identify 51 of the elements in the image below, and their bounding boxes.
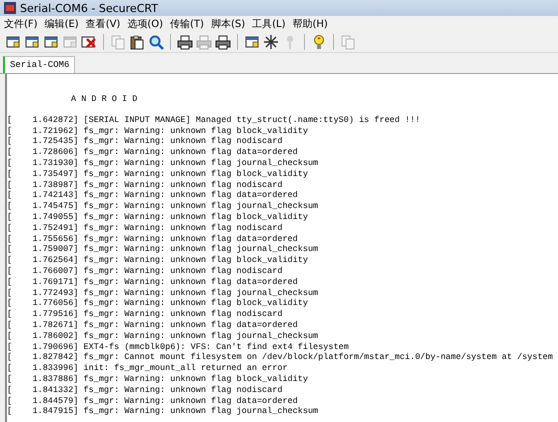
menu-item[interactable]: 选项(O) [127,17,164,31]
light-bulb-icon[interactable] [311,34,327,50]
terminal-line: [ 1.738987] fs_mgr: Warning: unknown flag nodiscard [7,180,284,190]
terminal-line: [ 1.790696] EXT4-fs (mmcblk0p6): VFS: Can't find ext4 filesystem [7,342,350,352]
cross-icon[interactable] [81,34,97,50]
window-icon[interactable] [24,34,40,50]
window-icon[interactable] [244,34,260,50]
terminal-line: [ 1.725435] fs_mgr: Warning: unknown flag nodiscard [7,136,284,148]
menu-item[interactable]: 帮助(H) [292,17,328,31]
terminal-line: [ 1.772493] fs_mgr: Warning: unknown flag journal_checksum [7,288,320,298]
terminal-line: [ 1.755656] fs_mgr: Warning: unknown flag data=ordered [7,234,299,244]
terminal-line: [ 1.642872] [SERIAL INPUT MANAGE] Managed tty_struct(.name:ttyS0) is freed !!! [7,114,422,126]
window-icon[interactable] [5,34,21,50]
printer-icon[interactable] [177,34,193,50]
menu-item[interactable]: 工具(L) [252,17,286,31]
terminal-line: [ 1.782671] fs_mgr: Warning: unknown flag data=ordered [7,320,299,331]
terminal-line: [ 1.742143] fs_mgr: Warning: unknown flag data=ordered [7,190,299,202]
asterisk-icon[interactable] [263,34,279,50]
terminal-line: [ 1.752491] fs_mgr: Warning: unknown flag nodiscard [7,222,284,234]
terminal-line: [ 1.827842] fs_mgr: Cannot mount filesystem on /dev/block/platform/mstar_mci.0/by-name/system at /system [7,352,554,364]
session-tab[interactable]: Serial-COM6 [3,56,76,73]
terminal-line: [ 1.759007] fs_mgr: Warning: unknown flag journal_checksum [7,244,320,256]
terminal-line: [ 1.745475] fs_mgr: Warning: unknown flag journal_checksum [7,201,320,212]
menu-item[interactable]: 编辑(E) [44,17,79,31]
terminal-line: [ 1.786002] fs_mgr: Warning: unknown flag journal_checksum [7,330,320,342]
terminal-line: [ 1.779516] fs_mgr: Warning: unknown flag nodiscard [7,309,284,320]
menu-item[interactable]: 查看(V) [86,17,120,31]
terminal-line: [ 1.721962] fs_mgr: Warning: unknown flag block_validity [7,126,309,136]
terminal-line: [ 1.731930] fs_mgr: Warning: unknown flag journal_checksum [7,158,320,169]
terminal-line: [ 1.841332] fs_mgr: Warning: unknown flag nodiscard [7,384,284,396]
search-icon[interactable] [148,34,164,50]
window-title: Serial-COM6 - SecureCRT [20,2,158,14]
terminal-line: [ 1.766007] fs_mgr: Warning: unknown flag nodiscard [7,266,284,277]
menu-item[interactable]: 传输(T) [170,17,204,31]
terminal-line: [ 1.728606] fs_mgr: Warning: unknown flag data=ordered [7,147,299,158]
printer-icon[interactable] [215,34,231,50]
clipboard-icon[interactable] [129,34,145,50]
window-icon[interactable] [43,34,59,50]
terminal-line: [ 1.769171] fs_mgr: Warning: unknown flag data=ordered [7,276,299,288]
terminal-line: [ 1.776056] fs_mgr: Warning: unknown flag block_validity [7,298,309,310]
terminal-line: [ 1.735497] fs_mgr: Warning: unknown flag block_validity [7,168,309,180]
terminal-line: [ 1.847915] fs_mgr: Warning: unknown flag journal_checksum [7,406,320,418]
terminal-line: [ 1.837886] fs_mgr: Warning: unknown flag block_validity [7,374,309,385]
terminal-icon [4,2,16,14]
terminal-line: [ 1.749055] fs_mgr: Warning: unknown flag block_validity [7,212,309,223]
terminal-line: [ 1.762564] fs_mgr: Warning: unknown flag block_validity [7,255,309,266]
menu-item[interactable]: 脚本(S) [210,17,246,31]
terminal-line: [ 1.844579] fs_mgr: Warning: unknown flag data=ordered [7,396,299,406]
menu-item[interactable]: 文件(F) [4,17,38,31]
terminal-line: [ 1.833996] init: fs_mgr_mount_all returned an error [7,363,289,374]
terminal-line: A N D R O I D [70,94,138,105]
